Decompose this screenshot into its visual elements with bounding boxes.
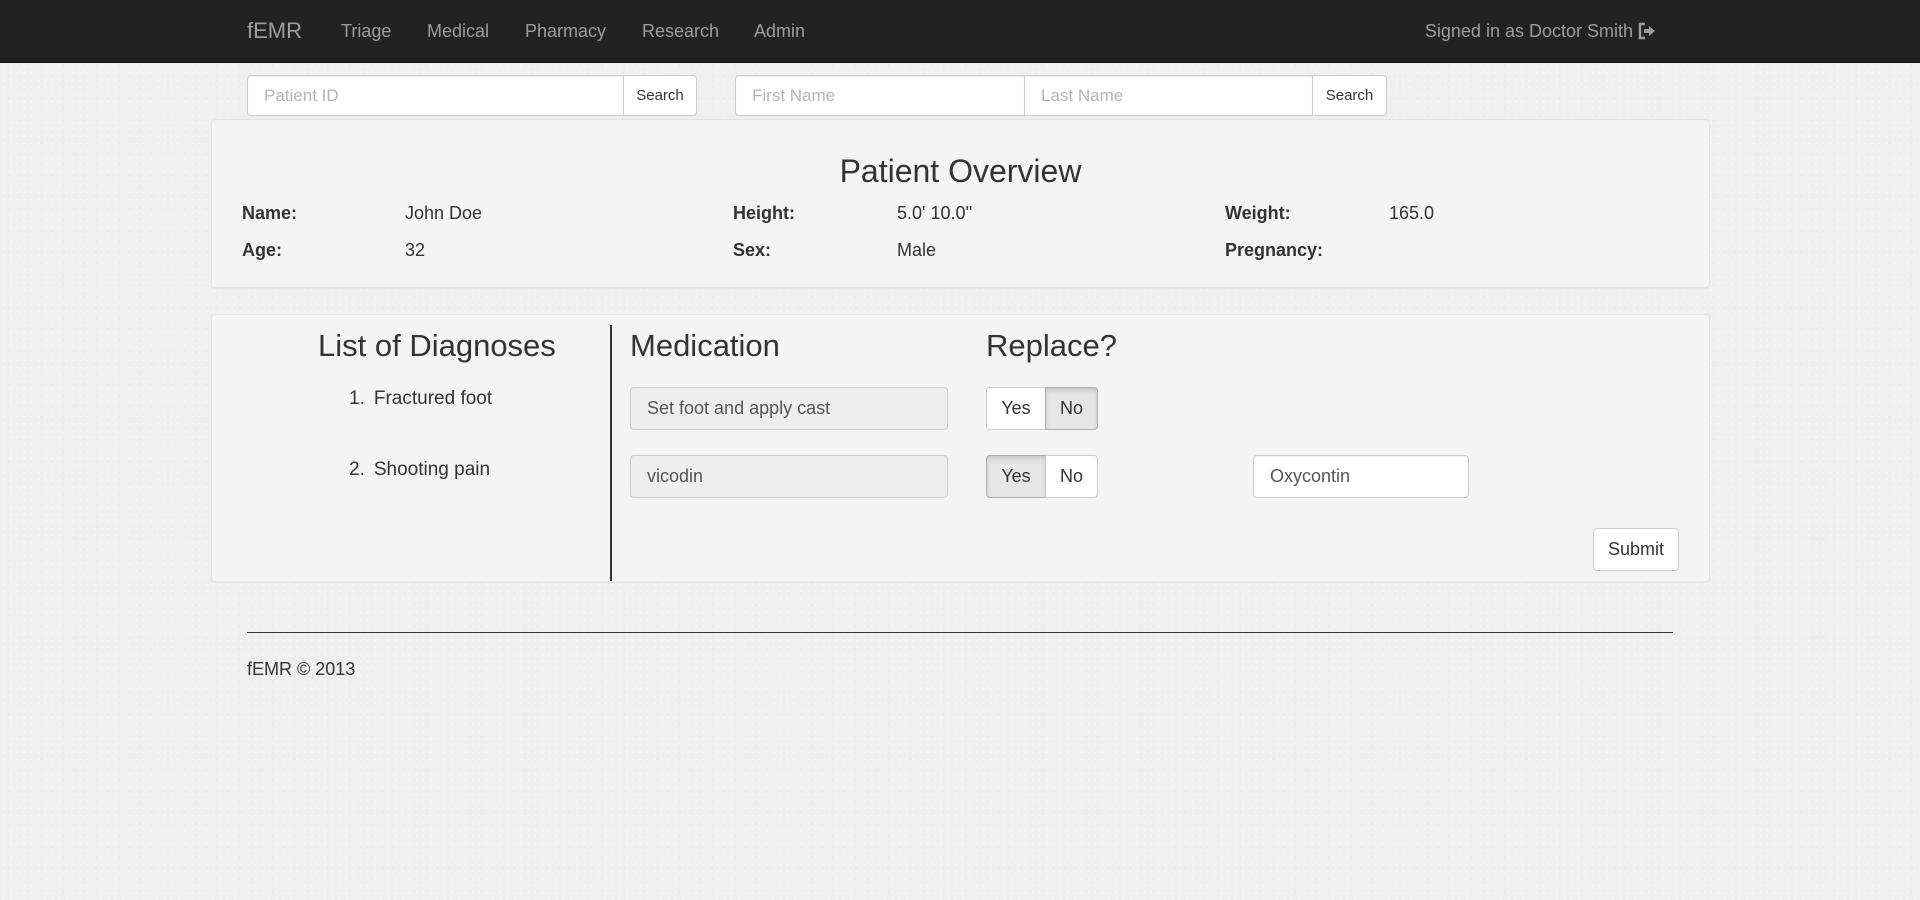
patient-id-input[interactable] [247, 75, 624, 116]
diagnoses-panel: List of Diagnoses Medication Replace? 1.… [211, 314, 1710, 582]
search-patient-id-button[interactable]: Search [623, 75, 697, 116]
top-navbar: fEMR Triage Medical Pharmacy Research Ad… [0, 0, 1920, 63]
footer-copyright: fEMR © 2013 [247, 659, 356, 679]
replace-yes-button[interactable]: Yes [986, 387, 1046, 430]
replacement-medication-input[interactable] [1253, 455, 1469, 498]
name-value: John Doe [405, 203, 483, 223]
replace-heading: Replace? [986, 328, 1117, 363]
medication-field: vicodin [630, 455, 948, 498]
signed-in-indicator[interactable]: Signed in as Doctor Smith [1425, 21, 1657, 41]
first-name-input[interactable] [735, 75, 1025, 116]
sign-out-icon[interactable] [1637, 22, 1657, 40]
replace-no-button[interactable]: No [1045, 387, 1098, 430]
nav-admin[interactable]: Admin [754, 21, 805, 41]
sex-label: Sex: [733, 240, 772, 260]
age-value: 32 [405, 240, 426, 260]
replace-toggle: Yes No [986, 455, 1098, 498]
name-label: Name: [242, 203, 298, 223]
replace-toggle: Yes No [986, 387, 1098, 430]
diagnosis-text: Shooting pain [373, 459, 491, 480]
diagnosis-text: Fractured foot [373, 388, 493, 409]
footer-divider [247, 632, 1673, 633]
medication-field: Set foot and apply cast [630, 387, 948, 430]
signed-in-text: Signed in as Doctor Smith [1424, 21, 1633, 41]
medication-heading: Medication [630, 328, 780, 363]
height-value: 5.0' 10.0'' [897, 203, 973, 223]
pregnancy-label: Pregnancy: [1225, 240, 1324, 260]
submit-button[interactable]: Submit [1593, 528, 1679, 571]
diagnoses-heading: List of Diagnoses [318, 328, 556, 363]
nav-pharmacy[interactable]: Pharmacy [525, 21, 606, 41]
height-label: Height: [733, 203, 795, 223]
last-name-input[interactable] [1024, 75, 1313, 116]
search-name-button[interactable]: Search [1312, 75, 1387, 116]
column-divider [610, 325, 612, 581]
nav-medical[interactable]: Medical [427, 21, 489, 41]
age-label: Age: [242, 240, 282, 260]
diagnosis-number: 1. [349, 388, 365, 409]
brand-link[interactable]: fEMR [247, 18, 302, 44]
diagnosis-number: 2. [349, 459, 365, 480]
sex-value: Male [897, 240, 937, 260]
patient-overview-panel: Patient Overview Name: John Doe Age: 32 … [211, 119, 1710, 288]
nav-research[interactable]: Research [642, 21, 719, 41]
list-item: 1. Fractured foot [349, 388, 492, 410]
list-item: 2. Shooting pain [349, 459, 490, 481]
nav-triage[interactable]: Triage [341, 21, 391, 41]
replace-no-button[interactable]: No [1045, 455, 1098, 498]
weight-label: Weight: [1225, 203, 1291, 223]
page-title: Patient Overview [839, 153, 1082, 189]
replace-yes-button[interactable]: Yes [986, 455, 1046, 498]
weight-value: 165.0 [1389, 203, 1435, 223]
